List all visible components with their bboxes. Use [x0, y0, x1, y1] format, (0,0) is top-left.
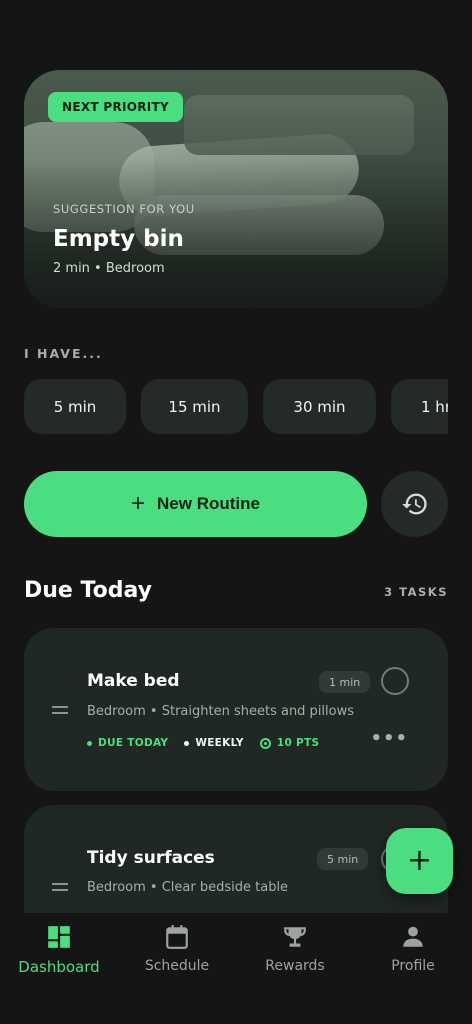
task-count: 3 TASKS: [384, 585, 448, 599]
drag-handle-icon[interactable]: [52, 883, 68, 891]
task-card[interactable]: Make bed 1 min Bedroom • Straighten shee…: [24, 628, 448, 791]
next-priority-badge: NEXT PRIORITY: [48, 92, 184, 122]
bottom-nav: Dashboard Schedule Rewards Profile: [0, 913, 472, 1024]
priority-card[interactable]: NEXT PRIORITY SUGGESTION FOR YOU Empty b…: [24, 70, 448, 308]
complete-checkbox[interactable]: [381, 667, 409, 695]
nav-label: Dashboard: [18, 958, 100, 976]
time-chip-5-min[interactable]: 5 min: [24, 379, 126, 434]
duration-badge: 1 min: [319, 671, 371, 693]
task-title: Tidy surfaces: [87, 848, 215, 868]
history-button[interactable]: [381, 471, 448, 537]
due-today-tag: DUE TODAY: [87, 737, 168, 749]
plus-icon: +: [406, 843, 433, 878]
duration-badge: 5 min: [317, 848, 369, 870]
time-chip-1-hr[interactable]: 1 hr: [391, 379, 448, 434]
dashboard-icon: [48, 926, 70, 948]
hero-meta: 2 min • Bedroom: [53, 261, 165, 276]
nav-dashboard[interactable]: Dashboard: [0, 913, 118, 1024]
nav-profile[interactable]: Profile: [354, 913, 472, 1024]
bedding-image: [184, 95, 414, 155]
time-filter-chips: 5 min 15 min 30 min 1 hr: [24, 379, 448, 434]
due-today-title: Due Today: [24, 578, 152, 603]
person-icon: [403, 926, 423, 947]
time-filter-label: I HAVE...: [24, 346, 103, 361]
hero-subtitle: SUGGESTION FOR YOU: [53, 202, 195, 216]
points-tag: 10 PTS: [259, 737, 320, 749]
nav-schedule[interactable]: Schedule: [118, 913, 236, 1024]
plus-icon: +: [131, 490, 146, 517]
hero-title: Empty bin: [53, 226, 184, 252]
add-task-fab[interactable]: +: [386, 828, 453, 894]
frequency-tag: WEEKLY: [184, 737, 244, 749]
nav-label: Schedule: [144, 958, 210, 974]
calendar-icon: [166, 925, 188, 949]
history-icon: [401, 493, 427, 515]
trophy-icon: [284, 927, 306, 947]
nav-label: Profile: [391, 958, 435, 974]
points-icon: [259, 737, 271, 749]
time-chip-15-min[interactable]: 15 min: [141, 379, 248, 434]
task-tags: DUE TODAY WEEKLY 10 PTS: [87, 737, 319, 749]
new-routine-button[interactable]: + New Routine: [24, 471, 367, 537]
new-routine-label: New Routine: [157, 494, 260, 513]
nav-rewards[interactable]: Rewards: [236, 913, 354, 1024]
task-title: Make bed: [87, 671, 180, 691]
nav-label: Rewards: [265, 958, 325, 974]
task-description: Bedroom • Clear bedside table: [87, 880, 289, 895]
more-options-icon[interactable]: •••: [370, 728, 408, 749]
time-chip-30-min[interactable]: 30 min: [263, 379, 376, 434]
drag-handle-icon[interactable]: [52, 706, 68, 714]
task-description: Bedroom • Straighten sheets and pillows: [87, 704, 355, 719]
